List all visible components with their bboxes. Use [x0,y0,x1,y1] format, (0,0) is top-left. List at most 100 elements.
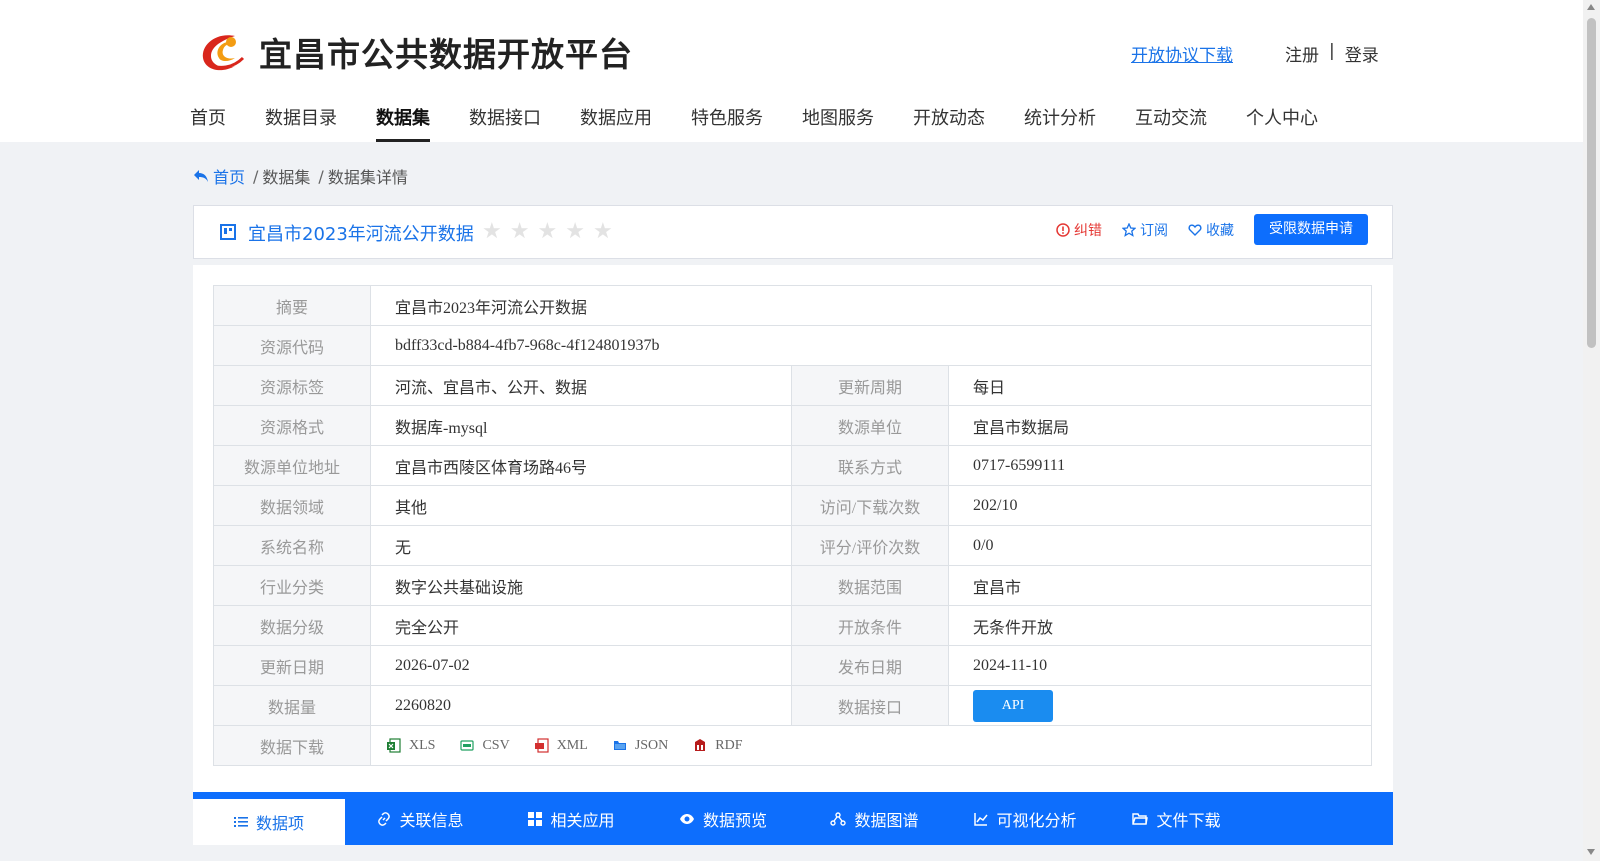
agreement-download-link[interactable]: 开放协议下载 [1131,41,1233,66]
line-chart-icon [974,812,989,826]
download-xml-button[interactable]: XML [534,738,588,754]
field-label: 系统名称 [213,525,371,566]
auth-divider: | [1329,41,1335,61]
grid-icon [528,811,543,826]
table-row: 数据量 2260820 数据接口 API [213,685,1372,726]
tab-related-info[interactable]: 关联信息 [345,792,496,845]
favorite-button[interactable]: 收藏 [1188,220,1234,240]
star-icon[interactable]: ★ [593,221,613,243]
field-label: 开放条件 [791,605,949,646]
field-value: 0/0 [948,525,1372,566]
download-xls-button[interactable]: XLS [387,738,435,754]
tab-label: 数据预览 [702,810,767,830]
star-outline-icon [1122,222,1136,237]
dataset-info-table: 摘要 宜昌市2023年河流公开数据 资源代码 bdff33cd-b884-4fb… [213,285,1372,766]
nav-item-stats[interactable]: 统计分析 [1024,104,1096,142]
table-row: 摘要 宜昌市2023年河流公开数据 [213,285,1372,326]
link-icon [378,811,391,826]
restricted-data-apply-button[interactable]: 受限数据申请 [1254,214,1368,245]
tab-related-apps[interactable]: 相关应用 [496,792,647,845]
nav-item-apps[interactable]: 数据应用 [580,104,652,142]
nav-item-news[interactable]: 开放动态 [913,104,985,142]
nav-item-catalog[interactable]: 数据目录 [265,104,337,142]
data-api-cell: API [948,685,1372,726]
field-value: 宜昌市 [948,565,1372,606]
nav-item-interaction[interactable]: 互动交流 [1135,104,1207,142]
csv-icon [460,740,475,751]
nav-item-featured[interactable]: 特色服务 [691,104,763,142]
field-value: 数据库-mysql [370,405,792,446]
field-value: 宜昌市数据局 [948,405,1372,446]
table-row: 资源代码 bdff33cd-b884-4fb7-968c-4f124801937… [213,325,1372,366]
star-icon[interactable]: ★ [537,221,557,243]
heart-icon [1188,223,1202,236]
detail-tabs: 数据项 关联信息 相关应用 数据预览 数据图谱 可视化分析 文件下载 [193,792,1393,845]
table-row: 行业分类 数字公共基础设施 数据范围 宜昌市 [213,565,1372,606]
rating-stars[interactable]: ★ ★ ★ ★ ★ [482,221,613,243]
download-format-label: RDF [715,737,743,753]
site-title: 宜昌市公共数据开放平台 [259,35,633,74]
breadcrumb-current: 数据集详情 [327,168,408,187]
star-icon[interactable]: ★ [510,221,530,243]
nav-item-map[interactable]: 地图服务 [802,104,874,142]
breadcrumb-datasets[interactable]: 数据集 [262,164,310,188]
nav-item-datasets[interactable]: 数据集 [376,104,430,142]
field-value: 完全公开 [370,605,792,646]
field-label: 数源单位地址 [213,445,371,486]
logo[interactable]: 宜昌市公共数据开放平台 [197,28,633,76]
star-icon[interactable]: ★ [482,221,502,243]
register-link[interactable]: 注册 [1285,41,1319,66]
field-label: 数据接口 [791,685,949,726]
nav-item-home[interactable]: 首页 [190,104,226,142]
report-error-button[interactable]: 纠错 [1056,220,1102,240]
nav-item-personal[interactable]: 个人中心 [1246,104,1318,142]
dataset-title-bar: 宜昌市2023年河流公开数据 ★ ★ ★ ★ ★ 纠错 订阅 收藏 受限数据申请 [193,205,1393,259]
field-label: 数据量 [213,685,371,726]
field-label: 摘要 [213,285,371,326]
field-label: 数据范围 [791,565,949,606]
field-label: 更新周期 [791,365,949,406]
download-json-button[interactable]: JSON [613,738,668,754]
field-value: 无 [370,525,792,566]
breadcrumb-home[interactable]: 首页 [193,164,245,188]
download-csv-button[interactable]: CSV [460,738,510,754]
tab-label: 相关应用 [550,810,615,830]
download-cell: XLS CSV XML JSON RDF [370,725,1372,766]
login-link[interactable]: 登录 [1345,41,1379,66]
field-value: 202/10 [948,485,1372,526]
tab-visual-analysis[interactable]: 可视化分析 [950,792,1101,845]
field-label: 联系方式 [791,445,949,486]
table-row: 数据下载 XLS CSV XML JSON RDF [213,725,1372,766]
tab-data-items[interactable]: 数据项 [193,799,345,845]
tab-file-download[interactable]: 文件下载 [1101,792,1252,845]
site-header: 宜昌市公共数据开放平台 开放协议下载 注册 | 登录 首页 数据目录 数据集 数… [0,0,1583,142]
scroll-up-icon[interactable] [1587,4,1595,10]
field-value: 0717-6599111 [948,445,1372,486]
breadcrumb-separator: / [318,166,324,186]
field-value: 其他 [370,485,792,526]
field-label: 资源标签 [213,365,371,406]
field-label: 更新日期 [213,645,371,686]
table-row: 更新日期 2026-07-02 发布日期 2024-11-10 [213,645,1372,686]
download-format-label: JSON [634,737,669,753]
scroll-down-icon[interactable] [1587,849,1595,855]
field-value: 每日 [948,365,1372,406]
graph-icon [830,811,847,826]
subscribe-button[interactable]: 订阅 [1122,220,1168,240]
eye-icon [679,813,694,824]
page-scrollbar[interactable] [1583,0,1600,861]
dataset-icon [220,224,236,240]
breadcrumb: 首页 / 数据集 / 数据集详情 [193,164,408,188]
field-label: 访问/下载次数 [791,485,949,526]
tab-data-graph[interactable]: 数据图谱 [799,792,950,845]
scroll-thumb[interactable] [1587,18,1596,348]
star-icon[interactable]: ★ [565,221,585,243]
download-format-list: XLS CSV XML JSON RDF [371,738,1371,754]
download-rdf-button[interactable]: RDF [693,737,743,754]
field-label: 行业分类 [213,565,371,606]
favorite-label: 收藏 [1206,222,1234,239]
tab-data-preview[interactable]: 数据预览 [647,792,799,845]
nav-item-api[interactable]: 数据接口 [469,104,541,142]
field-value: 无条件开放 [948,605,1372,646]
api-button[interactable]: API [973,689,1053,722]
